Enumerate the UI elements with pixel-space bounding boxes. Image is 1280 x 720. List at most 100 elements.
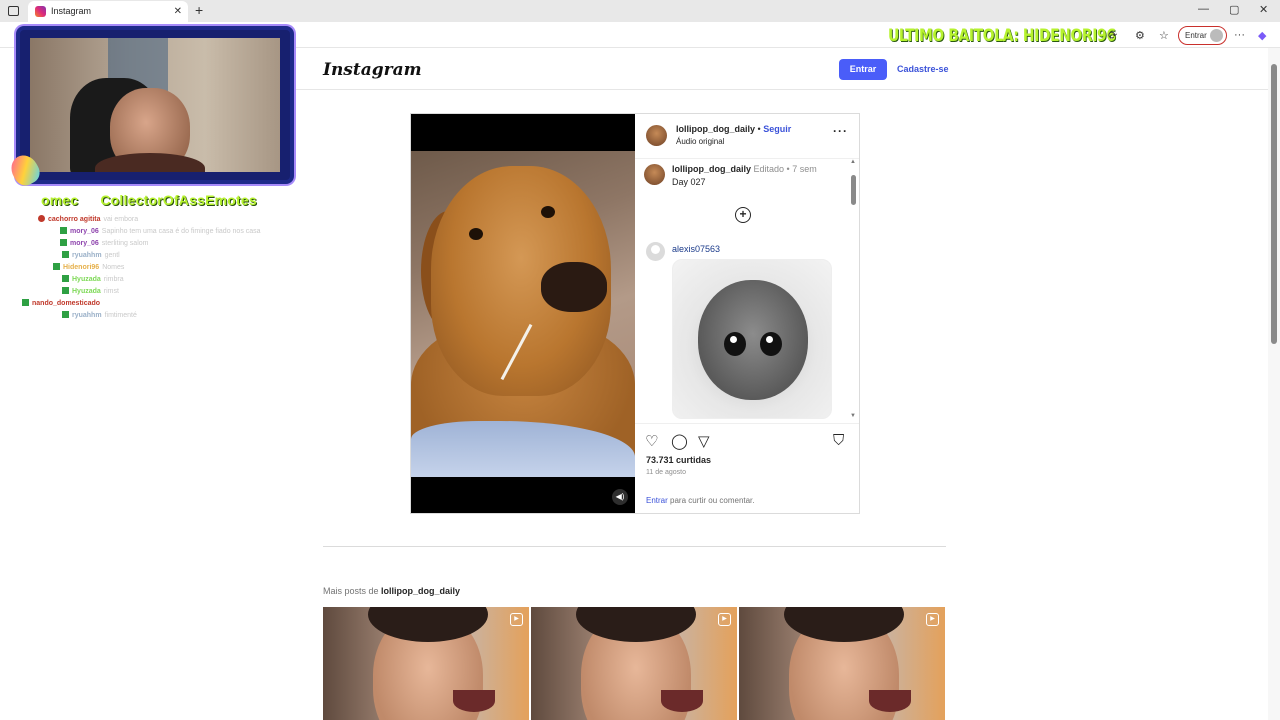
post-card: ◀) lollipop_dog_daily • Seguir Áudio ori…	[410, 113, 860, 514]
scroll-up-icon[interactable]: ▲	[850, 159, 856, 165]
close-window-button[interactable]: ✕	[1259, 3, 1268, 16]
header-divider	[294, 89, 1268, 90]
more-post-thumbnail[interactable]: ▶	[531, 607, 737, 720]
chat-text: rimbra	[103, 276, 124, 283]
like-heart-icon[interactable]: ♡	[645, 432, 658, 450]
chat-badge-icon	[38, 215, 45, 222]
chat-badge-icon	[22, 299, 29, 306]
caption-author-avatar[interactable]	[644, 164, 665, 185]
more-posts-heading: Mais posts de lollipop_dog_daily	[323, 586, 460, 596]
audio-label[interactable]: Áudio original	[676, 137, 724, 146]
more-posts-prefix: Mais posts de	[323, 586, 382, 596]
login-prompt-link[interactable]: Entrar	[646, 496, 668, 505]
post-header: lollipop_dog_daily • Seguir	[676, 124, 791, 134]
thumbnail-mouth	[453, 690, 495, 712]
chat-badge-icon	[60, 239, 67, 246]
load-more-comments-icon[interactable]: +	[735, 207, 751, 223]
webcam-overlay	[16, 26, 294, 184]
chat-text: rimst	[103, 288, 119, 295]
comment-icon[interactable]: ◯	[671, 432, 688, 450]
volume-icon[interactable]: ◀)	[612, 489, 628, 505]
actions-divider	[635, 423, 859, 424]
maximize-button[interactable]: ▢	[1229, 3, 1239, 16]
copilot-icon[interactable]: ◆	[1258, 29, 1266, 42]
chat-nick: Hyuzada	[72, 288, 101, 295]
tab-title: Instagram	[51, 6, 92, 16]
post-date: 11 de agosto	[646, 469, 686, 476]
chat-message: ryuahhm gentl	[10, 250, 261, 262]
instagram-logo[interactable]: Instagram	[323, 60, 422, 80]
tab-close-icon[interactable]: ✕	[174, 1, 182, 22]
thumbnail-mouth	[869, 690, 911, 712]
reel-icon: ▶	[926, 613, 939, 626]
chat-text: fimtimenté	[104, 312, 137, 319]
login-button[interactable]: Entrar	[839, 59, 887, 80]
chat-message: cachorro agitita vai embora	[10, 214, 261, 226]
profile-button[interactable]: Entrar	[1178, 26, 1227, 45]
author-username[interactable]: lollipop_dog_daily	[676, 124, 755, 134]
signup-link[interactable]: Cadastre-se	[897, 59, 949, 80]
chat-nick: ryuahhm	[72, 252, 102, 259]
commenter-avatar[interactable]	[646, 242, 665, 261]
caption-author[interactable]: lollipop_dog_daily	[672, 164, 751, 174]
scroll-down-icon[interactable]: ▼	[850, 413, 856, 419]
follow-button[interactable]: Seguir	[763, 124, 791, 134]
post-video[interactable]: ◀)	[411, 114, 635, 513]
chat-badge-icon	[62, 311, 69, 318]
post-side-panel: lollipop_dog_daily • Seguir Áudio origin…	[635, 114, 859, 513]
share-icon[interactable]: ▽	[698, 432, 710, 450]
separator-dot: •	[757, 124, 761, 134]
chat-nick: nando_domesticado	[32, 300, 101, 307]
instagram-favicon-icon	[35, 6, 46, 17]
emote-names: omec CollectorOfAssEmotes	[41, 192, 279, 208]
chat-message: Hidenori96 Nomes	[10, 262, 261, 274]
comments-scrollbar[interactable]: ▲ ▼	[850, 159, 856, 419]
stream-chat: cachorro agitita vai embora mory_06 Sapinho…	[10, 214, 261, 322]
browser-menu-icon[interactable]	[8, 6, 19, 16]
caption-text: Day 027	[672, 177, 706, 187]
comment-sticker-image	[672, 259, 832, 419]
chat-badge-icon	[62, 251, 69, 258]
refresh-icon[interactable]: ⟳	[1108, 29, 1117, 42]
chat-message: ryuahhm fimtimenté	[10, 310, 261, 322]
favorites-icon[interactable]: ☆	[1159, 29, 1169, 42]
comments-scroll-thumb[interactable]	[851, 175, 856, 205]
extensions-icon[interactable]: ⚙	[1135, 29, 1145, 42]
comment-username[interactable]: alexis07563	[672, 244, 720, 254]
chat-text: vai embora	[103, 216, 139, 223]
caption-header: lollipop_dog_daily Editado • 7 sem	[672, 164, 817, 174]
bookmark-icon[interactable]: ⛉	[833, 432, 844, 449]
chat-message: nando_domesticado	[10, 298, 261, 310]
emote-left: omec	[41, 192, 79, 208]
chat-badge-icon	[62, 287, 69, 294]
hamster-eye	[760, 332, 782, 356]
comments-scroll-area[interactable]: lollipop_dog_daily Editado • 7 sem Day 0…	[635, 159, 859, 421]
chat-message: mory_06 Sapinho tem uma casa é do fiminge…	[10, 226, 261, 238]
author-avatar[interactable]	[646, 125, 667, 146]
page-scroll-thumb[interactable]	[1271, 64, 1277, 344]
more-posts-author[interactable]: lollipop_dog_daily	[381, 586, 460, 596]
login-prompt-text: para curtir ou comentar.	[667, 496, 755, 505]
hamster-eye	[724, 332, 746, 356]
stream-banner: ULTIMO BAITOLA: HIDENORI96	[888, 26, 1116, 46]
chat-nick: Hidenori96	[63, 264, 100, 271]
thumbnail-mouth	[661, 690, 703, 712]
chat-message: mory_06 sterliting salom	[10, 238, 261, 250]
chat-message: Hyuzada rimbra	[10, 274, 261, 286]
chat-text: Nomes	[102, 264, 125, 271]
emote-right: CollectorOfAssEmotes	[100, 192, 257, 208]
minimize-button[interactable]: —	[1198, 3, 1209, 15]
new-tab-button[interactable]: +	[195, 2, 203, 18]
chat-nick: mory_06	[70, 240, 99, 247]
browser-more-icon[interactable]: ···	[1234, 29, 1245, 41]
dog-video-frame	[411, 151, 635, 477]
reel-icon: ▶	[510, 613, 523, 626]
tab-instagram[interactable]: Instagram ✕	[28, 1, 188, 22]
page-scrollbar[interactable]	[1268, 48, 1280, 720]
chat-message: Hyuzada rimst	[10, 286, 261, 298]
more-post-thumbnail[interactable]: ▶	[739, 607, 945, 720]
more-options-icon[interactable]: ···	[833, 124, 848, 138]
likes-count[interactable]: 73.731 curtidas	[646, 455, 711, 465]
dog-eye	[469, 228, 483, 240]
more-post-thumbnail[interactable]: ▶	[323, 607, 529, 720]
